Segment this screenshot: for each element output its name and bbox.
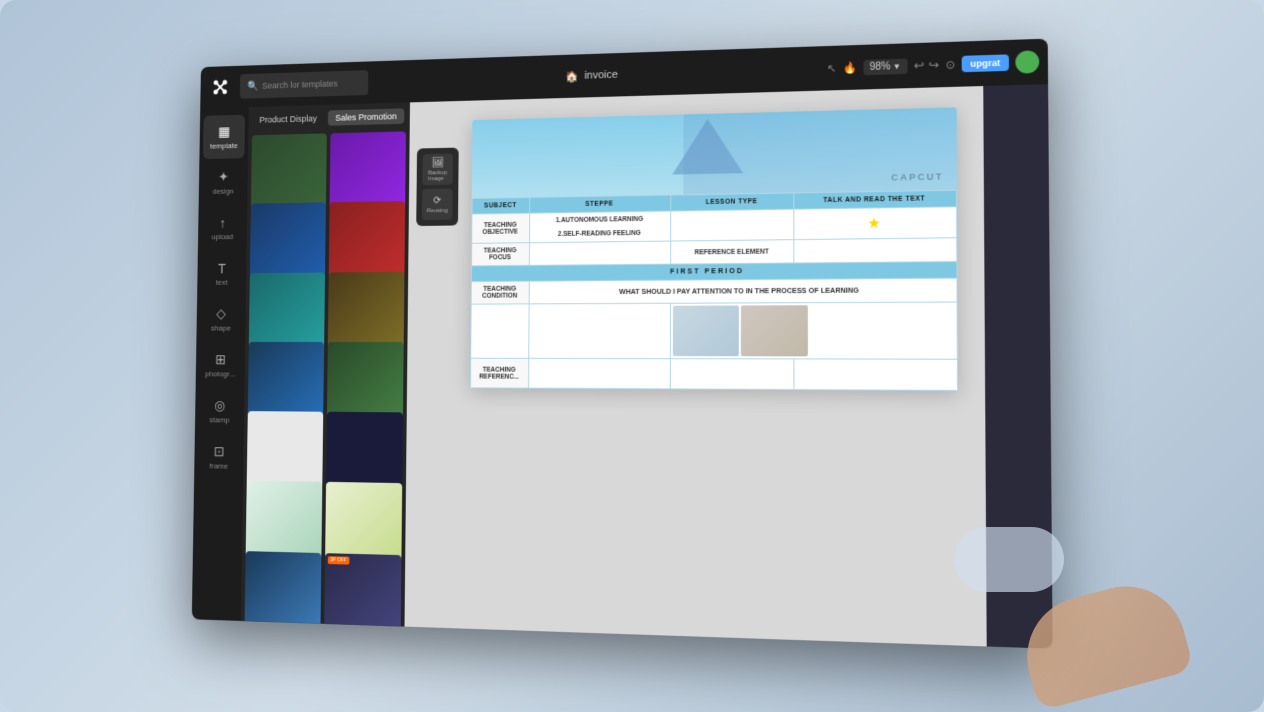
thumb-badge: 3P OFF [327, 556, 349, 564]
sidebar-label-frame: frame [209, 462, 228, 471]
table-row: TEACHINGREFERENC... [470, 358, 957, 390]
ref-cell3 [794, 359, 958, 391]
ref-cell2 [670, 359, 794, 390]
star-icon: ★ [867, 215, 880, 232]
frame-icon: ⊡ [214, 443, 225, 459]
teaching-condition-label: TEACHINGCONDITION [471, 281, 529, 304]
table-row: TEACHINGCONDITION WHAT SHOULD I PAY ATTE… [471, 278, 957, 304]
focus-steppe-cell [529, 241, 670, 265]
sidebar-label-template: template [210, 141, 238, 150]
image-cells [670, 302, 957, 359]
main-content: ▦ template ✦ design ↑ upload T text [192, 84, 1053, 649]
photo-placeholder-1 [673, 305, 739, 356]
template-icon: ▦ [218, 124, 230, 140]
upgrade-button[interactable]: upgrat [962, 54, 1009, 72]
shape-icon: ◇ [216, 306, 226, 322]
zoom-control[interactable]: 98% ▼ [863, 58, 907, 75]
undo-icon[interactable]: ↩ [914, 58, 925, 73]
floating-panel: 🖼 BackupImage ⟳ Reusing [416, 148, 458, 226]
sidebar-item-shape[interactable]: ◇ shape [200, 297, 242, 341]
sidebar-label-photo: photogr... [205, 370, 235, 379]
list-item[interactable]: POWERFUL CLEANER [244, 551, 321, 627]
reference-element-cell: REFERENCE ELEMENT [670, 240, 793, 264]
template-panel: Product Display Sales Promotion BODY OIL [241, 102, 410, 626]
tab-sales-promotion[interactable]: Sales Promotion [328, 108, 404, 125]
undo-redo: ↩ ↪ [914, 58, 940, 73]
search-bar[interactable]: 🔍 Search lor templates [240, 70, 368, 99]
cloud-decoration [954, 527, 1064, 592]
template-grid: BODY OIL SHAPER KAYA [241, 127, 410, 626]
teaching-objective-label: TEACHINGOBJECTIVE [471, 213, 529, 243]
ref-cell1 [528, 358, 670, 389]
sidebar-item-upload[interactable]: ↑ upload [202, 206, 244, 250]
focus-talk-cell [793, 238, 956, 263]
app-ui: 🔍 Search lor templates 🏠 invoice ↖ 🔥 98%… [192, 39, 1053, 649]
doc-name: invoice [584, 69, 618, 82]
laptop-frame: 🔍 Search lor templates 🏠 invoice ↖ 🔥 98%… [0, 0, 1264, 712]
redo-icon[interactable]: ↪ [928, 58, 939, 73]
chevron-down-icon: ▼ [893, 61, 901, 70]
table-row [470, 302, 957, 359]
sidebar-item-text[interactable]: T text [201, 251, 243, 295]
sidebar-label-stamp: stamp [210, 416, 230, 425]
document-table: SUBJECT STEPPE LESSON TYPE TALK AND READ… [469, 190, 957, 391]
backup-icon: 🖼 [432, 157, 444, 168]
flame-icon: 🔥 [843, 61, 857, 75]
photo-icon: ⊞ [215, 351, 226, 367]
sidebar-label-shape: shape [211, 324, 231, 333]
sidebar-item-frame[interactable]: ⊡ frame [198, 435, 240, 480]
search-icon: 🔍 [247, 81, 258, 92]
avatar [1015, 50, 1039, 73]
sidebar: ▦ template ✦ design ↑ upload T text [192, 107, 249, 621]
empty-cell2 [528, 303, 670, 358]
teaching-focus-label: TEACHINGFOCUS [471, 243, 529, 266]
lesson-type-cell [670, 209, 793, 241]
sidebar-label-text: text [216, 278, 228, 287]
design-icon: ✦ [218, 169, 229, 185]
sidebar-label-design: design [212, 187, 233, 196]
zoom-value: 98% [870, 61, 891, 73]
doc-title: 🏠 invoice [565, 68, 618, 82]
cursor-icon: ↖ [827, 61, 837, 74]
backup-image-button[interactable]: 🖼 BackupImage [422, 154, 453, 186]
reusing-label: Reusing [427, 208, 448, 214]
star-cell: ★ [793, 207, 956, 240]
teaching-reference-label: TEACHINGREFERENC... [470, 358, 528, 388]
text-icon: T [218, 260, 226, 275]
stamp-icon: ◎ [214, 397, 225, 413]
shield-icon: ⊙ [945, 58, 955, 72]
tab-product-display[interactable]: Product Display [252, 111, 324, 128]
sidebar-label-upload: upload [212, 232, 234, 241]
search-placeholder: Search lor templates [262, 79, 338, 91]
col-subject: SUBJECT [471, 197, 529, 214]
reusing-button[interactable]: ⟳ Reusing [422, 189, 453, 221]
list-item[interactable]: 3P OFF Intelligence Silent Fan [323, 553, 401, 627]
canvas-viewport: CAPCUT SUBJECT STEPPE LESSON TYPE TALK [405, 86, 987, 646]
reusing-icon: ⟳ [433, 195, 441, 206]
laptop-screen: 🔍 Search lor templates 🏠 invoice ↖ 🔥 98%… [192, 39, 1053, 649]
condition-content: WHAT SHOULD I PAY ATTENTION TO IN THE PR… [529, 278, 957, 304]
upload-icon: ↑ [219, 215, 226, 230]
sidebar-item-design[interactable]: ✦ design [202, 160, 244, 204]
col-lesson-type: LESSON TYPE [670, 193, 793, 211]
sidebar-item-template[interactable]: ▦ template [203, 115, 245, 159]
document-canvas: CAPCUT SUBJECT STEPPE LESSON TYPE TALK [469, 107, 957, 391]
empty-cell [470, 304, 528, 358]
sidebar-item-stamp[interactable]: ◎ stamp [198, 389, 240, 433]
logo-icon [208, 74, 234, 101]
doc-header: CAPCUT [471, 107, 956, 198]
canvas-area: 🖼 BackupImage ⟳ Reusing [405, 86, 987, 646]
sidebar-item-photo[interactable]: ⊞ photogr... [199, 343, 241, 387]
photo-placeholder-2 [741, 305, 808, 356]
backup-label: BackupImage [428, 170, 447, 182]
top-bar-right: ↖ 🔥 98% ▼ ↩ ↪ ⊙ upgrat [827, 50, 1039, 79]
autonomous-learning-cell: 1.AUTONOMOUS LEARNING2.SELF-READING FEEL… [529, 211, 670, 243]
